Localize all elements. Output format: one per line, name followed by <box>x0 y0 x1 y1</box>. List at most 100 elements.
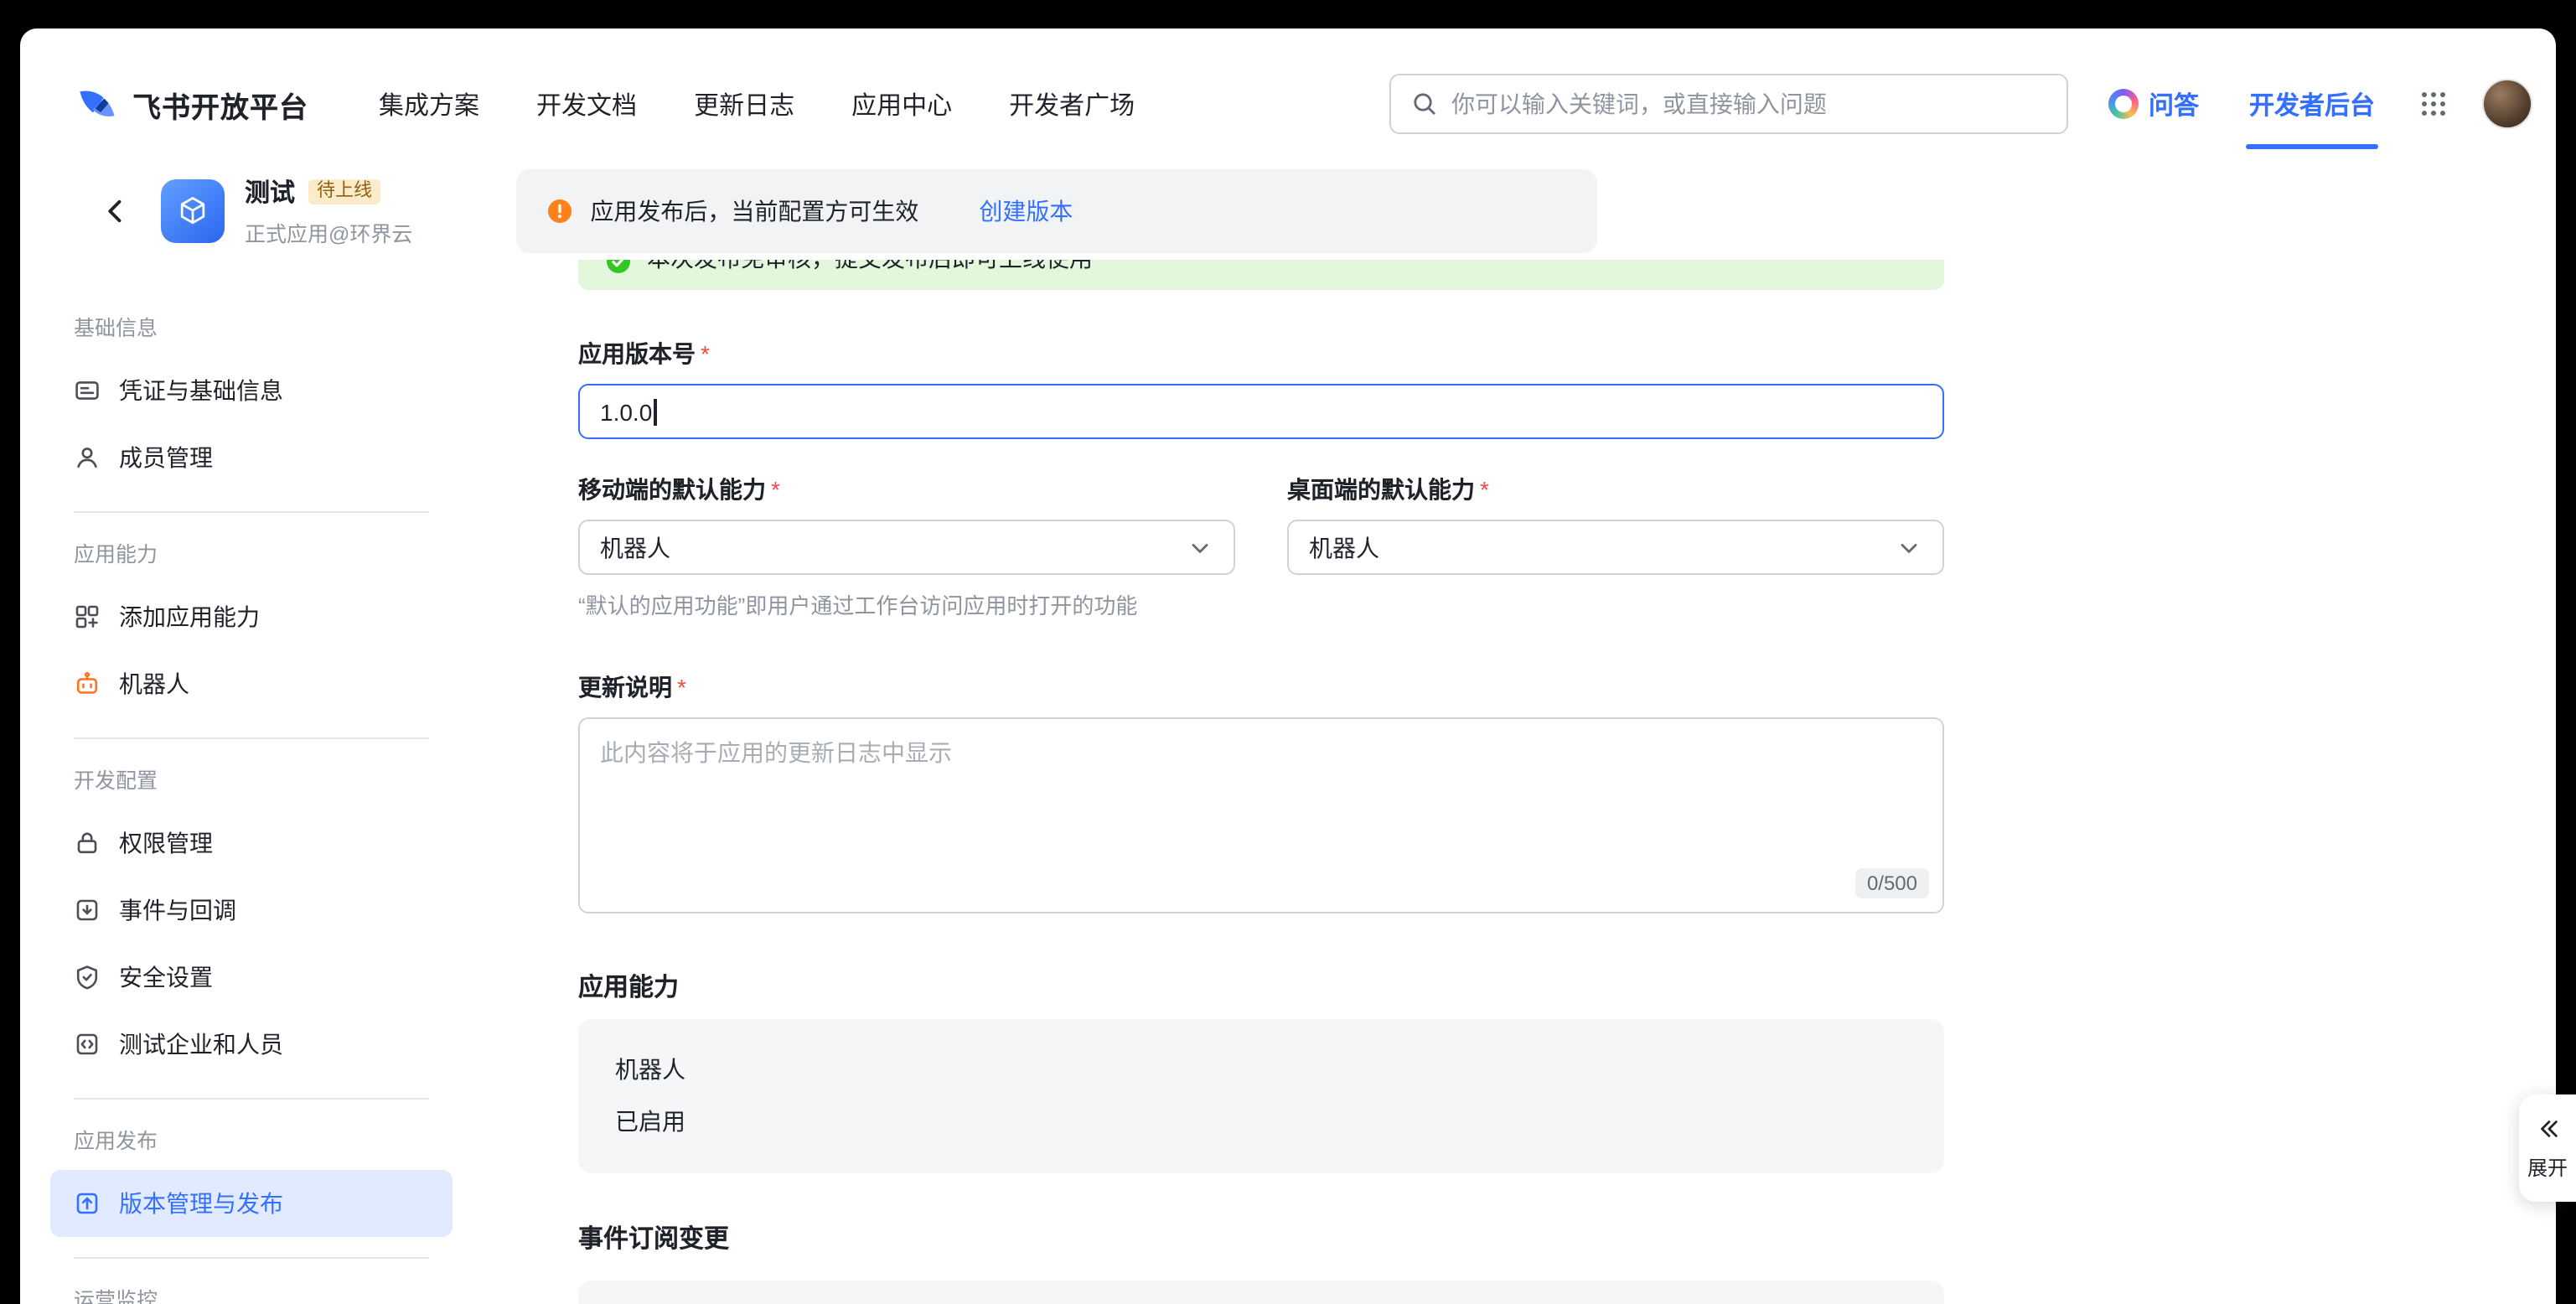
release-icon <box>74 1190 101 1217</box>
sidebar-item-credentials[interactable]: 凭证与基础信息 <box>50 357 453 424</box>
sidebar-divider <box>74 1098 429 1100</box>
code-brackets-icon <box>74 1031 101 1058</box>
desktop-capability-label: 桌面端的默认能力* <box>1287 473 1944 506</box>
chevron-down-icon <box>1187 534 1213 561</box>
nav-item-changelog[interactable]: 更新日志 <box>694 86 794 122</box>
user-avatar[interactable] <box>2482 79 2532 129</box>
search-placeholder: 你可以输入关键词，或直接输入问题 <box>1451 87 1827 121</box>
back-icon[interactable] <box>101 196 134 226</box>
capability-hint: “默认的应用功能”即用户通过工作台访问应用时打开的功能 <box>578 588 1944 620</box>
sidebar-item-label: 成员管理 <box>119 441 213 474</box>
desktop-capability-select[interactable]: 机器人 <box>1287 520 1944 575</box>
create-version-link[interactable]: 创建版本 <box>979 194 1073 228</box>
version-input[interactable]: 1.0.0 <box>578 384 1944 439</box>
apps-grid-icon[interactable] <box>2418 89 2449 119</box>
add-capability-icon <box>74 603 101 630</box>
sidebar-section-release: 应用发布 <box>50 1120 483 1157</box>
required-mark: * <box>771 476 780 503</box>
success-banner: 本次发布免审核，提交发布后即可上线使用 <box>578 260 1944 290</box>
sidebar-item-label: 凭证与基础信息 <box>119 374 283 407</box>
app-icon <box>161 179 225 243</box>
primary-nav: 集成方案 开发文档 更新日志 应用中心 开发者广场 <box>379 86 1135 122</box>
mobile-capability-label: 移动端的默认能力* <box>578 473 1235 506</box>
app-name: 测试 <box>245 174 295 210</box>
nav-item-integration[interactable]: 集成方案 <box>379 86 479 122</box>
text-cursor <box>654 398 656 425</box>
publish-alert-banner: 应用发布后，当前配置方可生效 创建版本 <box>516 169 1597 253</box>
lock-icon <box>74 830 101 856</box>
capability-name: 机器人 <box>615 1053 1907 1086</box>
qa-link[interactable]: 问答 <box>2108 86 2199 122</box>
sidebar-item-label: 添加应用能力 <box>119 600 260 634</box>
required-mark: * <box>701 340 710 367</box>
sidebar-item-security[interactable]: 安全设置 <box>50 944 453 1011</box>
chevron-down-icon <box>1896 534 1922 561</box>
sidebar-item-label: 测试企业和人员 <box>119 1027 283 1061</box>
search-icon <box>1411 91 1438 117</box>
tab-developer-console[interactable]: 开发者后台 <box>2249 59 2375 149</box>
brand-name: 飞书开放平台 <box>132 83 308 125</box>
sidebar-item-label: 权限管理 <box>119 826 213 860</box>
sidebar-section-monitoring: 运营监控 <box>50 1279 483 1304</box>
expand-panel-button[interactable]: 展开 <box>2519 1094 2576 1202</box>
mobile-capability-select[interactable]: 机器人 <box>578 520 1235 575</box>
mobile-capability-value: 机器人 <box>600 530 670 564</box>
expand-label: 展开 <box>2527 1152 2568 1181</box>
required-mark: * <box>677 674 686 701</box>
sidebar-item-label: 版本管理与发布 <box>119 1187 283 1220</box>
nav-item-app-center[interactable]: 应用中心 <box>851 86 952 122</box>
nav-item-marketplace[interactable]: 开发者广场 <box>1009 86 1135 122</box>
browser-content: 飞书开放平台 集成方案 开发文档 更新日志 应用中心 开发者广场 你可以输入关键… <box>20 28 2556 1304</box>
warning-icon <box>546 198 573 225</box>
success-check-icon <box>605 260 632 275</box>
capability-section-title: 应用能力 <box>578 969 1944 1002</box>
app-meta: 测试 待上线 正式应用@环界云 <box>245 174 412 248</box>
desktop-capability-value: 机器人 <box>1309 530 1379 564</box>
sidebar-divider <box>74 1257 429 1259</box>
update-notes-placeholder: 此内容将于应用的更新日志中显示 <box>600 739 952 766</box>
sidebar-item-test-users[interactable]: 测试企业和人员 <box>50 1011 453 1078</box>
nav-item-docs[interactable]: 开发文档 <box>536 86 637 122</box>
sidebar-item-version-release[interactable]: 版本管理与发布 <box>50 1170 453 1237</box>
update-notes-textarea[interactable]: 此内容将于应用的更新日志中显示 0/500 <box>578 717 1944 913</box>
sidebar-divider <box>74 511 429 513</box>
version-label: 应用版本号* <box>578 337 1944 370</box>
success-banner-text: 本次发布免审核，提交发布后即可上线使用 <box>647 260 1093 275</box>
brand[interactable]: 飞书开放平台 <box>75 82 308 126</box>
app-subtitle: 正式应用@环界云 <box>245 216 412 248</box>
search-input[interactable]: 你可以输入关键词，或直接输入问题 <box>1389 74 2068 134</box>
capability-card: 机器人 已启用 <box>578 1019 1944 1173</box>
feishu-logo-icon <box>75 82 119 126</box>
sidebar-item-label: 安全设置 <box>119 960 213 994</box>
qa-label: 问答 <box>2149 86 2199 122</box>
sidebar-item-members[interactable]: 成员管理 <box>50 424 453 491</box>
alert-text: 应用发布后，当前配置方可生效 <box>590 194 918 228</box>
capability-status: 已启用 <box>615 1105 1907 1138</box>
update-notes-label: 更新说明* <box>578 670 1944 704</box>
main-content: 本次发布免审核，提交发布后即可上线使用 应用版本号* 1.0.0 移动端的默认能… <box>516 260 2556 1304</box>
sidebar-item-permissions[interactable]: 权限管理 <box>50 810 453 877</box>
sidebar-item-label: 机器人 <box>119 667 189 701</box>
sidebar-item-add-capability[interactable]: 添加应用能力 <box>50 583 453 650</box>
sidebar-section-capability: 应用能力 <box>50 533 483 570</box>
collapse-left-icon <box>2535 1115 2560 1141</box>
sidebar-section-basic: 基础信息 <box>50 307 483 344</box>
top-navbar: 飞书开放平台 集成方案 开发文档 更新日志 应用中心 开发者广场 你可以输入关键… <box>20 28 2556 149</box>
sidebar-item-events[interactable]: 事件与回调 <box>50 877 453 944</box>
page: 飞书开放平台 集成方案 开发文档 更新日志 应用中心 开发者广场 你可以输入关键… <box>0 0 2576 1304</box>
shield-icon <box>74 964 101 991</box>
sidebar-divider <box>74 737 429 739</box>
event-section-title: 事件订阅变更 <box>578 1220 1944 1254</box>
sidebar-item-label: 事件与回调 <box>119 893 236 927</box>
sidebar: 基础信息 凭证与基础信息 成员管理 <box>20 260 516 1304</box>
event-card <box>578 1281 1944 1304</box>
sidebar-item-bot[interactable]: 机器人 <box>50 650 453 717</box>
event-callback-icon <box>74 897 101 924</box>
char-counter: 0/500 <box>1855 868 1929 898</box>
status-badge: 待上线 <box>308 179 380 204</box>
required-mark: * <box>1480 476 1489 503</box>
app-subheader: 测试 待上线 正式应用@环界云 应用发布后，当前配置方可生效 创建版本 <box>20 149 2556 260</box>
credential-icon <box>74 377 101 404</box>
qa-icon <box>2108 89 2139 119</box>
bot-icon <box>74 670 101 697</box>
